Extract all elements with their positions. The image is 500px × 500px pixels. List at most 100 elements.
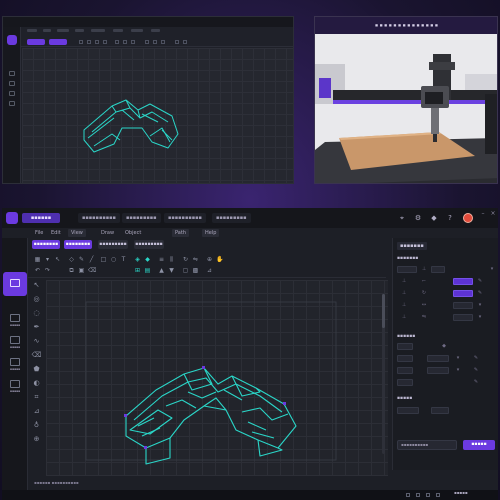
rect-icon[interactable]: □ [100, 256, 107, 263]
edit-icon[interactable]: ✎ [473, 355, 479, 362]
measure-icon[interactable]: ⊿ [206, 267, 213, 274]
canvas[interactable] [46, 280, 388, 476]
lock-icon[interactable]: ⌐ [421, 278, 427, 285]
menu-help[interactable]: Help [202, 229, 220, 237]
eyedropper-tool-icon[interactable]: ♁ [31, 420, 42, 430]
rotate-icon[interactable]: ↻ [182, 256, 189, 263]
prop-field[interactable] [427, 367, 449, 374]
measure-tool-icon[interactable]: ⊿ [31, 406, 42, 416]
doc-tab[interactable]: ▪▪▪▪▪▪▪▪▪ [122, 213, 161, 223]
link-icon[interactable]: ⊥ [421, 266, 427, 273]
chevron-down-icon[interactable]: ▾ [489, 266, 495, 273]
prop-field[interactable] [397, 379, 413, 386]
wave-tool-icon[interactable]: ∿ [31, 336, 42, 346]
apply-button[interactable]: ▪▪▪▪▪ [463, 440, 495, 450]
close-icon[interactable]: × [490, 211, 496, 217]
delete-icon[interactable]: ⌫ [88, 267, 96, 274]
small-canvas[interactable] [22, 48, 293, 183]
menu-draw[interactable]: Draw [98, 229, 117, 237]
share-icon[interactable]: ⌖ [398, 214, 406, 222]
scroll-thumb[interactable] [382, 294, 385, 328]
pointer-icon[interactable]: ↖ [54, 256, 61, 263]
menu-path[interactable]: Path [172, 229, 189, 237]
zoom-icon[interactable]: ⊕ [206, 256, 213, 263]
vertical-scrollbar[interactable] [382, 294, 385, 454]
app-logo-icon[interactable] [6, 212, 18, 224]
help-icon[interactable]: ? [446, 214, 454, 222]
menu-object[interactable]: Object [122, 229, 144, 237]
menu-file[interactable]: File [32, 229, 46, 237]
layer-down-icon[interactable]: ▼ [168, 267, 175, 274]
chevron-down-icon[interactable]: ▾ [44, 256, 51, 263]
distribute-icon[interactable]: ⫼ [168, 256, 175, 263]
tab-4[interactable]: ▪▪▪▪▪▪▪▪▪ [134, 240, 164, 249]
circle-tool-icon[interactable]: ◎ [31, 294, 42, 304]
prop-field[interactable] [431, 407, 449, 414]
rail-item[interactable]: ▪▪▪▪▪ [7, 336, 23, 349]
ungroup-icon[interactable]: ▩ [192, 267, 199, 274]
doc-tab[interactable]: ▪▪▪▪▪▪▪▪▪ [212, 213, 251, 223]
avatar[interactable] [463, 213, 473, 223]
doc-tab[interactable]: ▪▪▪▪▪▪▪▪▪▪ [78, 213, 120, 223]
flip-icon[interactable]: ⇋ [192, 256, 199, 263]
prop-field-active[interactable] [453, 278, 473, 285]
anchor-icon[interactable]: ◆ [441, 343, 447, 350]
cube-icon[interactable]: ◆ [144, 256, 151, 263]
menu-view[interactable]: View [68, 229, 86, 237]
tab-2[interactable]: ▪▪▪▪▪▪▪▪ [64, 240, 92, 249]
rail-item[interactable]: ▪▪▪▪▪ [7, 358, 23, 371]
rail-item[interactable]: ▪▪▪▪▪ [7, 380, 23, 393]
rail-item[interactable]: ▪▪▪▪▪ [7, 314, 23, 327]
prop-field[interactable] [453, 302, 473, 309]
tab-1[interactable]: ▪▪▪▪▪▪▪▪ [32, 240, 60, 249]
tab-3[interactable]: ▪▪▪▪▪▪▪▪▪ [98, 240, 128, 249]
chevron-down-icon[interactable]: ▾ [477, 302, 483, 309]
notification-icon[interactable]: ◆ [430, 214, 438, 222]
snap-icon[interactable]: ⊞ [134, 267, 141, 274]
redo-icon[interactable]: ↷ [44, 267, 51, 274]
prop-field[interactable] [397, 407, 419, 414]
paste-icon[interactable]: ▣ [78, 267, 85, 274]
circle-icon[interactable]: ○ [110, 256, 117, 263]
edit-icon[interactable]: ✎ [477, 290, 483, 297]
prop-field-active[interactable] [453, 290, 473, 297]
layer-up-icon[interactable]: ▲ [158, 267, 165, 274]
select-tool-icon[interactable]: ↖ [31, 280, 42, 290]
rotate-icon[interactable]: ↻ [421, 290, 427, 297]
preset-select[interactable]: ▪▪▪▪▪▪▪▪▪▪ [397, 440, 457, 450]
chevron-down-icon[interactable]: ▾ [455, 355, 461, 362]
doc-tab[interactable]: ▪▪▪▪▪▪▪▪▪▪ [164, 213, 206, 223]
settings-icon[interactable]: ⚙ [414, 214, 422, 222]
edit-icon[interactable]: ✎ [473, 379, 479, 386]
tray-icon[interactable] [416, 493, 420, 497]
pen-tool-icon[interactable]: ✒ [31, 322, 42, 332]
prop-field[interactable] [397, 367, 413, 374]
menu-edit[interactable]: Edit [48, 229, 64, 237]
mesh-icon[interactable]: ◈ [134, 256, 141, 263]
chevron-down-icon[interactable]: ▾ [477, 314, 483, 321]
hand-icon[interactable]: ✋ [216, 256, 223, 263]
node-icon[interactable]: ◇ [68, 256, 75, 263]
flip-icon[interactable]: ⇋ [421, 314, 427, 321]
text-icon[interactable]: T [120, 256, 127, 263]
chevron-down-icon[interactable]: ▾ [455, 367, 461, 374]
group-icon[interactable]: ▢ [182, 267, 189, 274]
edit-icon[interactable]: ✎ [473, 367, 479, 374]
edit-icon[interactable]: ✎ [477, 278, 483, 285]
tray-icon[interactable] [426, 493, 430, 497]
node-tool-icon[interactable]: ◌ [31, 308, 42, 318]
undo-icon[interactable]: ↶ [34, 267, 41, 274]
grid-snap-icon[interactable]: ▤ [144, 267, 151, 274]
crop-tool-icon[interactable]: ⌗ [31, 392, 42, 402]
line-icon[interactable]: ╱ [88, 256, 95, 263]
scale-icon[interactable]: ↔ [421, 302, 427, 309]
eraser-tool-icon[interactable]: ⌫ [31, 350, 42, 360]
prop-field[interactable] [427, 355, 449, 362]
rail-active-item[interactable] [3, 272, 27, 296]
align-icon[interactable]: ≡ [158, 256, 165, 263]
shape-tool-icon[interactable]: ⬟ [31, 364, 42, 374]
pen-icon[interactable]: ✎ [78, 256, 85, 263]
tray-icon[interactable] [436, 493, 440, 497]
prop-field[interactable] [453, 314, 473, 321]
grid-icon[interactable]: ▦ [34, 256, 41, 263]
